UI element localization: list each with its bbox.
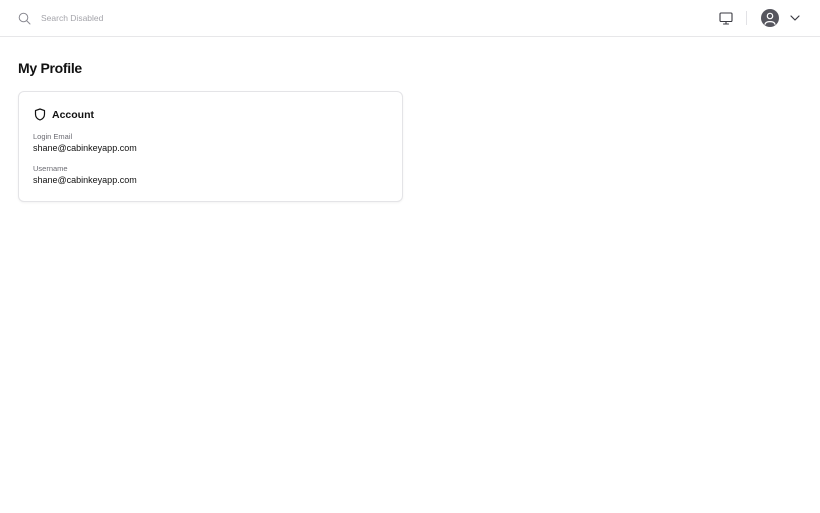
header-divider xyxy=(746,11,747,25)
search-input[interactable] xyxy=(41,13,221,23)
chevron-down-icon xyxy=(789,15,800,21)
page-title: My Profile xyxy=(18,60,82,76)
search-icon xyxy=(18,12,31,24)
account-card: Account Login Email shane@cabinkeyapp.co… xyxy=(18,91,403,202)
account-card-title: Account xyxy=(52,108,94,121)
user-avatar-icon xyxy=(764,12,776,25)
monitor-icon xyxy=(719,11,733,25)
login-email-value: shane@cabinkeyapp.com xyxy=(33,143,137,153)
search-box xyxy=(18,11,221,25)
login-email-label: Login Email xyxy=(33,132,73,141)
user-avatar[interactable] xyxy=(761,9,779,27)
account-menu-button[interactable] xyxy=(789,13,800,23)
username-value: shane@cabinkeyapp.com xyxy=(33,175,137,185)
display-button[interactable] xyxy=(719,11,733,25)
account-card-header: Account xyxy=(34,108,94,121)
top-bar xyxy=(0,0,820,37)
shield-icon xyxy=(34,108,46,121)
username-label: Username xyxy=(33,164,68,173)
